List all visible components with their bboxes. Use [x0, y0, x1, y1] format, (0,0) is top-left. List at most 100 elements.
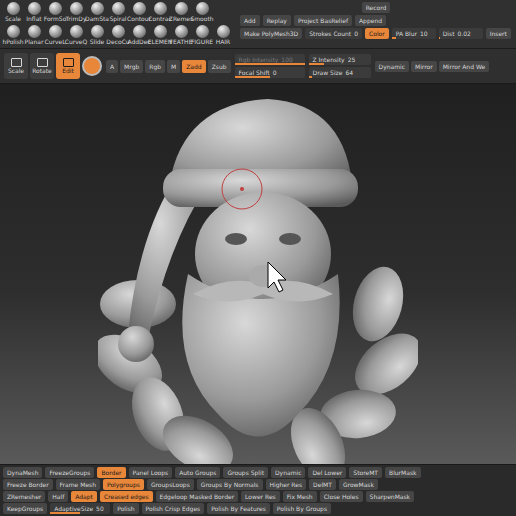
channel-button[interactable]: M [167, 60, 180, 73]
brush-palette: ScaleInflatFormSoTrimDyDamStaSpiralConto… [0, 0, 236, 48]
panel-button[interactable]: Lower Res [241, 491, 280, 502]
panel-button[interactable]: Make PolyMesh3D [240, 28, 302, 39]
depth-button[interactable]: Zsub [208, 60, 231, 73]
slider[interactable]: PA Blur10 [392, 28, 436, 39]
toolbar-button[interactable]: Mirror And We [439, 61, 489, 72]
brush-icon [154, 25, 167, 38]
brush[interactable]: FIGURE [192, 25, 212, 46]
channel-button[interactable]: Rgb [145, 60, 165, 73]
panel-button[interactable]: Project BasRelief [294, 15, 352, 26]
panel-button[interactable]: Polish By Features [207, 503, 270, 514]
slider[interactable]: Draw Size64 [309, 67, 371, 78]
slider[interactable]: Strokes Count0 [305, 28, 362, 39]
toolbar-button[interactable]: Dynamic [375, 61, 409, 72]
slider[interactable]: Focal Shift0 [235, 67, 305, 78]
brush-icon [7, 2, 20, 15]
slider[interactable]: Z Intensity25 [309, 54, 371, 65]
panel-button[interactable]: Insert [486, 28, 511, 39]
brush[interactable]: CurveQ [66, 25, 86, 46]
brush-icon [175, 2, 188, 15]
panel-button[interactable]: Color [365, 28, 389, 39]
brush[interactable]: TrimDy [66, 2, 86, 23]
brush[interactable]: FEATHE [171, 25, 191, 46]
brush[interactable]: Contrac [150, 2, 170, 23]
panel-button[interactable]: GrowMask [339, 479, 378, 490]
brush[interactable]: Inflat [24, 2, 44, 23]
transform-button[interactable]: Rotate [30, 53, 54, 79]
panel-button[interactable]: GroupsLoops [147, 479, 194, 490]
slider-column: Z Intensity25 Draw Size64 [309, 54, 371, 78]
panel-button[interactable]: Dynamic [271, 467, 305, 478]
brush[interactable]: DecoCu [108, 25, 128, 46]
depth-button[interactable]: Zadd [182, 60, 205, 73]
brush[interactable]: Spiral [108, 2, 128, 23]
panel-button[interactable]: Polish By Groups [273, 503, 331, 514]
brush[interactable]: FormSo [45, 2, 65, 23]
brush-row: hPolishPlanarCurveLCurveQSlideDecoCuAddD… [3, 25, 233, 46]
panel-button[interactable]: Higher Res [266, 479, 307, 490]
panel-button[interactable]: Close Holes [320, 491, 363, 502]
panel-row: Freeze BorderFrame MeshPolygroupsGroupsL… [3, 479, 513, 490]
santa-sculpt[interactable] [98, 84, 418, 464]
panel-button[interactable]: Fix Mesh [283, 491, 317, 502]
slider[interactable]: AdaptiveSize50 [50, 503, 110, 514]
panel-button[interactable]: Freeze Border [3, 479, 53, 490]
panel-button[interactable]: BlurMask [385, 467, 421, 478]
panel-button[interactable]: Frame Mesh [56, 479, 100, 490]
brush-cursor-icon [222, 169, 262, 209]
panel-button[interactable]: Add [240, 15, 260, 26]
toolbar-button[interactable]: Mirror [411, 61, 437, 72]
brush-icon [196, 25, 209, 38]
panel-row: Make PolyMesh3DStrokes Count0ColorPA Blu… [240, 28, 512, 39]
panel-button[interactable]: ZRemesher [3, 491, 45, 502]
panel-button[interactable]: Creased edges [100, 491, 153, 502]
brush[interactable]: CurveL [45, 25, 65, 46]
panel-button[interactable]: Groups Split [223, 467, 268, 478]
viewport[interactable] [0, 84, 516, 464]
panel-button[interactable]: Auto Groups [175, 467, 220, 478]
brush-icon [112, 2, 125, 15]
brush[interactable]: hPolish [3, 25, 23, 46]
transform-button[interactable]: Scale [4, 53, 28, 79]
panel-button[interactable]: Del Lower [308, 467, 346, 478]
channel-button[interactable]: A [106, 60, 118, 73]
brush[interactable]: Smooth [192, 2, 212, 23]
brush[interactable]: ELEMEN [150, 25, 170, 46]
panel-button[interactable]: Half [48, 491, 68, 502]
brush[interactable]: Slide [87, 25, 107, 46]
panel-button[interactable]: Record [362, 2, 391, 13]
panel-button[interactable]: Panel Loops [129, 467, 173, 478]
brush[interactable]: Contour [129, 2, 149, 23]
panel-button[interactable]: Append [355, 15, 386, 26]
panel-button[interactable]: DynaMesh [3, 467, 42, 478]
panel-button[interactable]: Polygroups [103, 479, 144, 490]
brush[interactable]: DamSta [87, 2, 107, 23]
tool-icon [11, 58, 22, 67]
panel-button[interactable]: Polish Crisp Edges [142, 503, 205, 514]
panel-button[interactable]: Replay [263, 15, 291, 26]
panel-button[interactable]: SharpenMask [366, 491, 415, 502]
panel-row: Record [240, 2, 512, 13]
brush[interactable]: Scale [3, 2, 23, 23]
brush[interactable]: ZRemes [171, 2, 191, 23]
transform-button[interactable]: Edit [56, 53, 80, 79]
panel-button[interactable]: DelMT [309, 479, 336, 490]
panel-button[interactable]: Polish [113, 503, 138, 514]
stroke-panel: Record AddReplayProject BasReliefAppend Ma… [236, 0, 516, 48]
draw-mode-icon[interactable] [82, 56, 102, 76]
panel-button[interactable]: Edgeloop Masked Border [156, 491, 239, 502]
channel-button[interactable]: Mrgb [120, 60, 143, 73]
brush[interactable]: Planar [24, 25, 44, 46]
panel-button[interactable]: Border [97, 467, 125, 478]
slider[interactable]: Dist0.02 [439, 28, 483, 39]
panel-button[interactable]: FreezeGroups [45, 467, 94, 478]
panel-button[interactable]: StoreMT [349, 467, 382, 478]
brush-icon [112, 25, 125, 38]
brush[interactable]: AddDec [129, 25, 149, 46]
slider[interactable]: Rgb Intensity100 [235, 54, 305, 65]
panel-button[interactable]: KeepGroups [3, 503, 47, 514]
panel-button[interactable]: Groups By Normals [197, 479, 263, 490]
brush[interactable]: HAIR [213, 25, 233, 46]
brush-icon [133, 25, 146, 38]
panel-button[interactable]: Adapt [71, 491, 97, 502]
